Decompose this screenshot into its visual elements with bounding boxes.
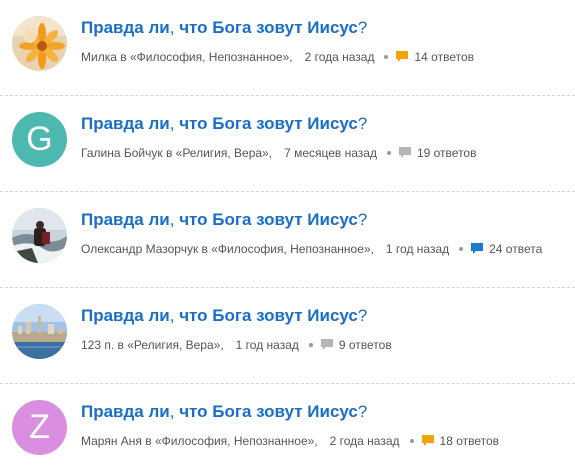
question-title-link[interactable]: Правда ли, что Бога зовут Иисус?	[81, 306, 367, 326]
speech-bubble-icon	[471, 243, 484, 255]
separator-dot	[386, 150, 391, 155]
title-text: Правда ли	[81, 114, 170, 133]
avatar[interactable]	[12, 16, 67, 71]
avatar[interactable]: Z	[12, 400, 67, 455]
time-ago: 2 года назад	[329, 433, 400, 448]
author-name[interactable]: Олександр Мазорчук	[81, 242, 198, 256]
author-name[interactable]: Марян Аня	[81, 434, 142, 448]
title-text: Правда ли	[81, 18, 170, 37]
list-item: Z Правда ли, что Бога зовут Иисус? Марян…	[0, 384, 575, 465]
question-title-link[interactable]: Правда ли, что Бога зовут Иисус?	[81, 114, 367, 134]
list-item: Правда ли, что Бога зовут Иисус? 123 п. …	[0, 288, 575, 384]
question-title-link[interactable]: Правда ли, что Бога зовут Иисус?	[81, 402, 367, 422]
category-link[interactable]: в «Философия, Непознанное»,	[202, 242, 374, 256]
separator-dot	[459, 246, 464, 251]
separator-dot	[409, 438, 414, 443]
title-text: что Бога зовут Иисус	[174, 18, 358, 37]
question-list: Правда ли, что Бога зовут Иисус? Милка в…	[0, 0, 575, 465]
title-text: Правда ли	[81, 210, 170, 229]
avatar[interactable]: G	[12, 112, 67, 167]
list-item: G Правда ли, что Бога зовут Иисус? Галин…	[0, 96, 575, 192]
list-item: Правда ли, что Бога зовут Иисус? Милка в…	[0, 0, 575, 96]
time-ago: 2 года назад	[304, 49, 375, 64]
question-meta: Милка в «Философия, Непознанное», 2 года …	[81, 49, 474, 64]
title-text: что Бога зовут Иисус	[174, 402, 358, 421]
title-text: что Бога зовут Иисус	[174, 114, 358, 133]
avatar-letter: Z	[29, 408, 50, 446]
speech-bubble-icon	[320, 339, 333, 351]
answers-count[interactable]: 19 ответов	[417, 146, 477, 160]
question-meta: Марян Аня в «Философия, Непознанное», 2 г…	[81, 433, 499, 448]
question-title-link[interactable]: Правда ли, что Бога зовут Иисус?	[81, 210, 367, 230]
answers-count[interactable]: 24 ответа	[489, 242, 542, 256]
avatar[interactable]	[12, 304, 67, 359]
question-meta: 123 п. в «Религия, Вера», 1 год назад 9 от…	[81, 337, 392, 352]
time-ago: 7 месяцев назад	[284, 145, 377, 160]
speech-bubble-icon	[398, 147, 411, 159]
avatar[interactable]	[12, 208, 67, 263]
avatar-letter: G	[26, 120, 53, 158]
author-name[interactable]: Галина Бойчук	[81, 146, 163, 160]
category-link[interactable]: в «Философия, Непознанное»,	[120, 50, 292, 64]
answers-count[interactable]: 18 ответов	[440, 434, 500, 448]
title-text: что Бога зовут Иисус	[174, 210, 358, 229]
list-item: Правда ли, что Бога зовут Иисус? Олексан…	[0, 192, 575, 288]
category-link[interactable]: в «Религия, Вера»,	[166, 146, 272, 160]
question-meta: Олександр Мазорчук в «Философия, Непозна…	[81, 241, 542, 256]
time-ago: 1 год назад	[235, 337, 299, 352]
flower-photo-icon	[12, 16, 67, 71]
title-text: Правда ли	[81, 402, 170, 421]
author-name[interactable]: 123 п.	[81, 338, 114, 352]
author-name[interactable]: Милка	[81, 50, 117, 64]
time-ago: 1 год назад	[385, 241, 450, 256]
answers-count[interactable]: 14 ответов	[414, 50, 474, 64]
title-text: Правда ли	[81, 306, 170, 325]
title-text: что Бога зовут Иисус	[174, 306, 358, 325]
city-photo-icon	[12, 304, 67, 359]
answers-count[interactable]: 9 ответов	[339, 338, 392, 352]
category-link[interactable]: в «Религия, Вера»,	[118, 338, 224, 352]
separator-dot	[384, 54, 389, 59]
category-link[interactable]: в «Философия, Непознанное»,	[145, 434, 317, 448]
question-title-link[interactable]: Правда ли, что Бога зовут Иисус?	[81, 18, 367, 38]
river-photo-icon	[12, 208, 67, 263]
separator-dot	[308, 342, 313, 347]
speech-bubble-icon	[396, 51, 409, 63]
speech-bubble-icon	[421, 435, 434, 447]
question-meta: Галина Бойчук в «Религия, Вера», 7 месяце…	[81, 145, 476, 160]
